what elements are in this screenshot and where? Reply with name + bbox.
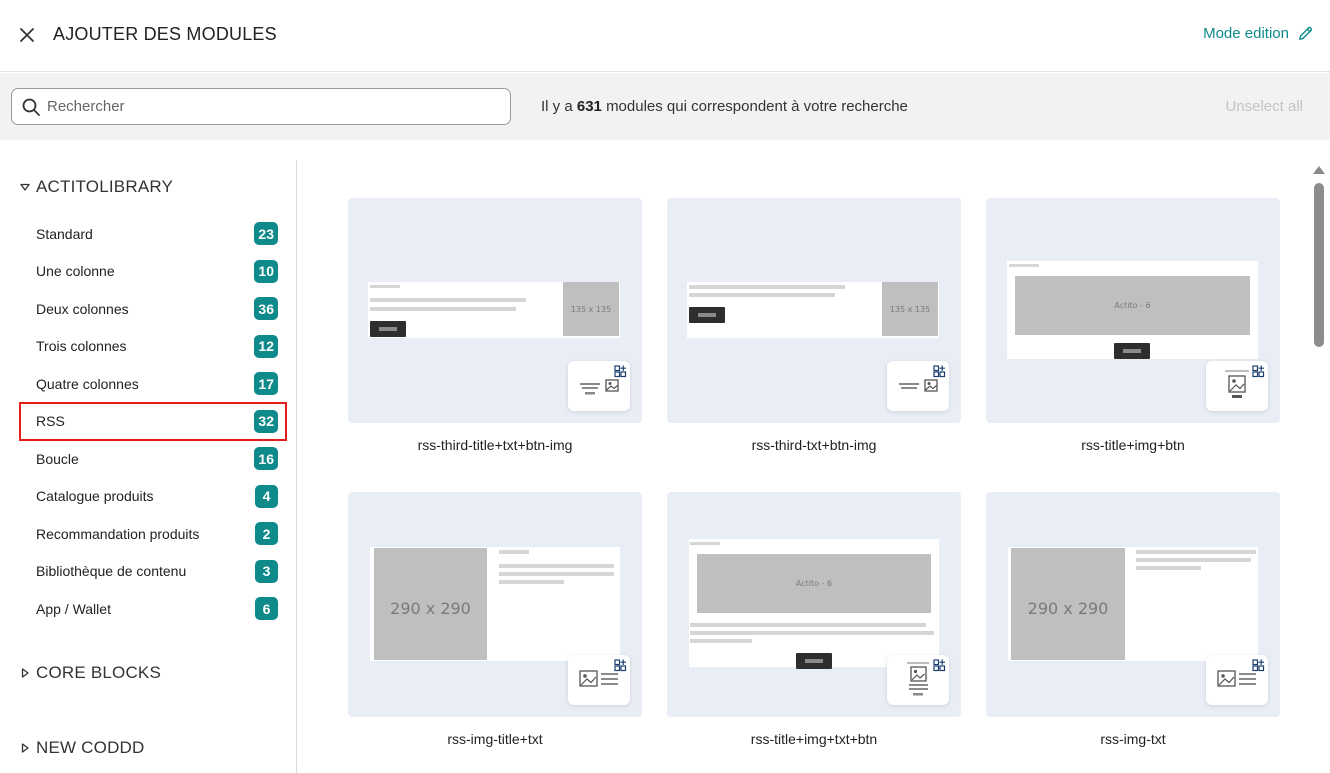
category-item-standard[interactable]: Standard 23 (20, 215, 286, 253)
add-module-icon[interactable] (1206, 655, 1268, 705)
module-preview: 135 x 135 (687, 282, 939, 338)
category-item-quatre-colonnes[interactable]: Quatre colonnes 17 (20, 365, 286, 403)
count-badge: 10 (254, 259, 278, 283)
module-card[interactable]: 290 x 290 rss-img-txt (986, 492, 1280, 747)
category-item-bibliotheque-de-contenu[interactable]: Bibliothèque de contenu 3 (20, 553, 286, 591)
category-label: Recommandation produits (36, 525, 200, 542)
close-icon[interactable] (14, 22, 40, 48)
module-card[interactable]: 290 x 290 rss-img-title+txt (348, 492, 642, 747)
count-badge: 17 (254, 372, 278, 396)
category-item-une-colonne[interactable]: Une colonne 10 (20, 253, 286, 291)
add-module-icon[interactable] (887, 655, 949, 705)
count-badge: 12 (254, 334, 278, 358)
group-label: NEW CODDD (36, 738, 145, 757)
module-name: rss-title+img+txt+btn (750, 731, 878, 747)
category-label: Une colonne (36, 263, 115, 280)
category-list: Standard 23 Une colonne 10 Deux colonnes… (19, 215, 287, 628)
result-count-text: Il y a 631 modules qui correspondent à v… (541, 98, 908, 115)
count-badge: 23 (254, 222, 278, 246)
modal-header: AJOUTER DES MODULES Mode edition (0, 0, 1330, 72)
module-card[interactable]: 135 x 135 rss-third-txt+btn-img (667, 198, 961, 453)
pencil-icon (1299, 26, 1313, 40)
category-item-rss[interactable]: RSS 32 (19, 401, 287, 441)
count-badge: 4 (255, 484, 278, 508)
module-name: rss-third-txt+btn-img (751, 437, 877, 453)
category-label: Boucle (36, 450, 79, 467)
module-name: rss-third-title+txt+btn-img (417, 437, 573, 453)
category-label: Trois colonnes (36, 338, 127, 355)
category-sidebar: ACTITOLIBRARY Standard 23 Une colonne 10… (0, 160, 297, 773)
category-item-trois-colonnes[interactable]: Trois colonnes 12 (20, 328, 286, 366)
category-item-boucle[interactable]: Boucle 16 (20, 440, 286, 478)
image-placeholder-label: Actito - 6 (1114, 301, 1151, 310)
group-new-coddd[interactable]: NEW CODDD (20, 738, 145, 758)
module-preview: 290 x 290 (1008, 547, 1258, 661)
result-suffix: modules qui correspondent à votre recher… (606, 98, 908, 115)
search-field[interactable] (11, 88, 511, 125)
module-name: rss-img-title+txt (447, 731, 543, 747)
triangle-down-icon (20, 183, 30, 191)
module-name: rss-img-txt (1100, 731, 1166, 747)
count-badge: 6 (255, 597, 278, 621)
category-item-deux-colonnes[interactable]: Deux colonnes 36 (20, 290, 286, 328)
category-item-app-wallet[interactable]: App / Wallet 6 (20, 590, 286, 628)
scroll-up-arrow-icon[interactable] (1313, 166, 1325, 174)
mode-edition-button[interactable]: Mode edition (1203, 25, 1314, 42)
category-label: Bibliothèque de contenu (36, 563, 187, 580)
category-item-recommandation-produits[interactable]: Recommandation produits 2 (20, 515, 286, 553)
category-label: Deux colonnes (36, 300, 129, 317)
module-preview: Actito - 6 (689, 539, 939, 669)
count-badge: 3 (255, 559, 278, 583)
category-label: RSS (36, 413, 65, 430)
page-title: AJOUTER DES MODULES (53, 24, 277, 44)
group-label: CORE BLOCKS (36, 663, 162, 682)
add-module-icon[interactable] (1206, 361, 1268, 411)
group-core-blocks[interactable]: CORE BLOCKS (20, 663, 161, 683)
search-input[interactable] (47, 98, 487, 115)
triangle-right-icon (21, 743, 29, 753)
unselect-all-button[interactable]: Unselect all (1225, 98, 1303, 115)
add-module-icon[interactable] (887, 361, 949, 411)
module-preview: 135 x 135 (368, 282, 620, 338)
module-thumbnail[interactable]: Actito - 6 (667, 492, 961, 717)
image-placeholder-label: 290 x 290 (390, 599, 471, 618)
category-label: App / Wallet (36, 600, 111, 617)
count-badge: 32 (254, 409, 278, 433)
module-card[interactable]: Actito - 6 rss-title+img+txt+btn (667, 492, 961, 747)
add-module-icon[interactable] (568, 655, 630, 705)
category-item-catalogue-produits[interactable]: Catalogue produits 4 (20, 478, 286, 516)
module-thumbnail[interactable]: 290 x 290 (348, 492, 642, 717)
count-badge: 16 (254, 447, 278, 471)
result-count: 631 (576, 98, 602, 115)
module-thumbnail[interactable]: Actito - 6 (986, 198, 1280, 423)
module-name: rss-title+img+btn (1081, 437, 1185, 453)
image-placeholder-label: 135 x 135 (570, 305, 612, 314)
image-placeholder-label: Actito - 6 (795, 579, 833, 588)
search-bar: Il y a 631 modules qui correspondent à v… (0, 73, 1330, 140)
result-prefix: Il y a (541, 98, 573, 115)
search-icon (22, 98, 40, 116)
group-label: ACTITOLIBRARY (36, 177, 174, 196)
add-module-icon[interactable] (568, 361, 630, 411)
module-card[interactable]: 135 x 135 rss-third-title+txt+btn-img (348, 198, 642, 453)
module-thumbnail[interactable]: 290 x 290 (986, 492, 1280, 717)
module-thumbnail[interactable]: 135 x 135 (348, 198, 642, 423)
category-label: Catalogue produits (36, 488, 154, 505)
triangle-right-icon (21, 668, 29, 678)
module-preview: 290 x 290 (370, 547, 620, 661)
count-badge: 2 (255, 522, 278, 546)
count-badge: 36 (254, 297, 278, 321)
image-placeholder-label: 135 x 135 (889, 305, 931, 314)
module-grid: 135 x 135 rss-third-title+txt+btn-img 13… (298, 160, 1308, 773)
module-thumbnail[interactable]: 135 x 135 (667, 198, 961, 423)
image-placeholder-label: 290 x 290 (1027, 599, 1109, 618)
group-actitolibrary[interactable]: ACTITOLIBRARY (20, 177, 173, 197)
category-label: Standard (36, 225, 93, 242)
scrollbar-thumb[interactable] (1314, 183, 1324, 347)
module-card[interactable]: Actito - 6 rss-title+img+btn (986, 198, 1280, 453)
mode-edition-label: Mode edition (1203, 25, 1289, 42)
category-label: Quatre colonnes (36, 375, 139, 392)
